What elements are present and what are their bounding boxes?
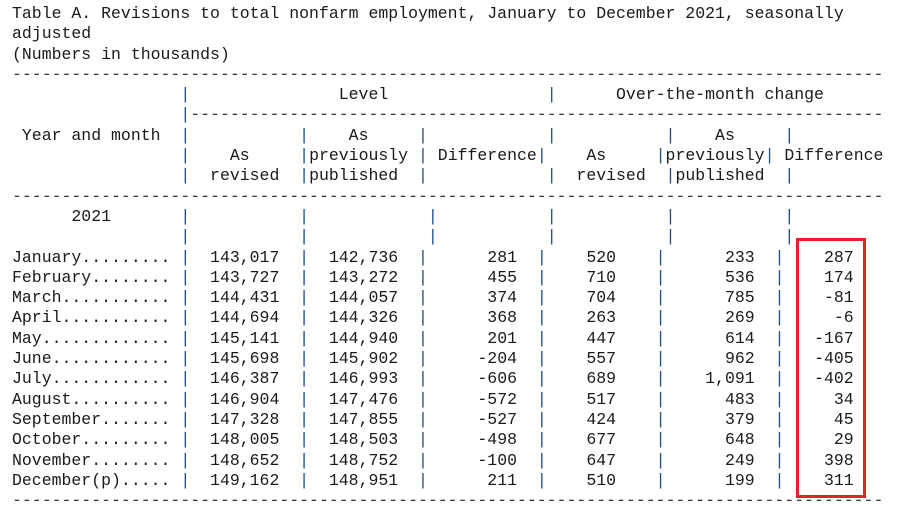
table-row-february: February........ | 143,727 | 143,272 | 4… <box>12 267 854 287</box>
rule: ----------------------------------------… <box>12 64 884 84</box>
table-row-october: October......... | 148,005 | 148,503 | -… <box>12 430 854 450</box>
table-row-november: November........ | 148,652 | 148,752 | -… <box>12 450 854 470</box>
table-row-july: July............ | 146,387 | 146,993 | -… <box>12 369 854 389</box>
table-row-august: August.......... | 146,904 | 147,476 | -… <box>12 389 854 409</box>
year-row: 2021 | | | | | | <box>12 206 795 226</box>
table-units-note: (Numbers in thousands) <box>12 44 230 64</box>
table-row-september: September....... | 147,328 | 147,855 | -… <box>12 409 854 429</box>
table-title: Table A. Revisions to total nonfarm empl… <box>12 4 844 23</box>
table-row-march: March........... | 144,431 | 144,057 | 3… <box>12 288 854 308</box>
group-header-rule: |---------------------------------------… <box>180 105 884 125</box>
spacer-row: | | | | | | <box>180 227 795 247</box>
column-header-row-2: | As |previously | Difference| As |previ… <box>180 146 884 166</box>
rule: ----------------------------------------… <box>12 186 884 206</box>
table-title-continued: adjusted <box>12 24 92 44</box>
table-row-april: April........... | 144,694 | 144,326 | 3… <box>12 308 854 328</box>
table-row-decemberp: December(p)..... | 149,162 | 148,951 | 2… <box>12 470 854 490</box>
table-row-january: January......... | 143,017 | 142,736 | 2… <box>12 247 854 267</box>
column-header-row-1: Year and month | | As | | | As | <box>12 125 795 145</box>
table-row-may: May............. | 145,141 | 144,940 | 2… <box>12 328 854 348</box>
table-row-june: June............ | 145,698 | 145,902 | -… <box>12 349 854 369</box>
group-header-row: | Level | Over-the-month change <box>180 85 884 105</box>
column-header-row-3: | revised |published | | revised |publis… <box>180 166 795 186</box>
revisions-table-text: Table A. Revisions to total nonfarm empl… <box>12 4 883 511</box>
rule: ----------------------------------------… <box>12 491 884 511</box>
